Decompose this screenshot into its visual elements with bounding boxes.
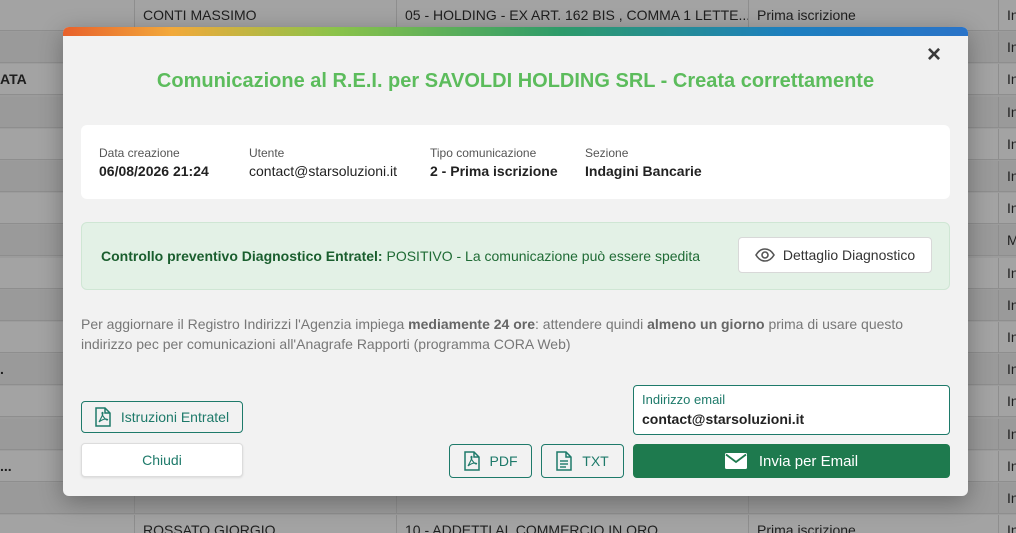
info-card: Data creazione 06/08/2026 21:24 Utente c… xyxy=(81,125,950,199)
istruzioni-entratel-button[interactable]: Istruzioni Entratel xyxy=(81,401,243,433)
email-field-label: Indirizzo email xyxy=(642,392,726,407)
note-bold-1: mediamente 24 ore xyxy=(408,316,536,332)
eye-icon xyxy=(754,248,775,262)
tipo-value: 2 - Prima iscrizione xyxy=(430,163,558,179)
table-cell: In xyxy=(998,64,1016,96)
pdf-button[interactable]: PDF xyxy=(449,444,532,478)
data-creazione-label: Data creazione xyxy=(99,146,180,160)
table-cell xyxy=(0,515,134,533)
txt-label: TXT xyxy=(582,453,609,469)
table-cell: In xyxy=(998,257,1016,289)
note-bold-2: almeno un giorno xyxy=(647,316,765,332)
table-cell: 10 - ADDETTI AL COMMERCIO IN ORO xyxy=(396,515,748,533)
utente-value: contact@starsoluzioni.it xyxy=(249,163,398,179)
table-cell: Prima iscrizione xyxy=(748,515,998,533)
istruzioni-entratel-label: Istruzioni Entratel xyxy=(120,409,230,425)
table-cell: In xyxy=(998,483,1016,514)
envelope-icon xyxy=(724,453,747,469)
table-cell: M xyxy=(998,225,1016,257)
sezione-label: Sezione xyxy=(585,146,629,160)
send-email-button[interactable]: Invia per Email xyxy=(633,444,950,478)
info-tipo: Tipo comunicazione 2 - Prima iscrizione xyxy=(430,146,558,179)
table-cell: In xyxy=(998,32,1016,64)
table-cell: In xyxy=(998,128,1016,160)
send-email-label: Invia per Email xyxy=(758,452,859,470)
pdf-file-icon xyxy=(95,407,111,427)
table-cell: In xyxy=(998,96,1016,128)
chiudi-button[interactable]: Chiudi xyxy=(81,443,243,477)
email-input[interactable] xyxy=(642,411,942,427)
rei-communication-modal: × Comunicazione al R.E.I. per SAVOLDI HO… xyxy=(63,27,968,496)
table-cell: In xyxy=(998,289,1016,321)
pdf-file-icon xyxy=(463,451,480,471)
note-text-1: Per aggiornare il Registro Indirizzi l'A… xyxy=(81,316,409,332)
modal-title: Comunicazione al R.E.I. per SAVOLDI HOLD… xyxy=(156,70,875,92)
info-utente: Utente contact@starsoluzioni.it xyxy=(249,146,397,179)
info-data-creazione: Data creazione 06/08/2026 21:24 xyxy=(99,146,209,179)
txt-button[interactable]: TXT xyxy=(541,444,624,478)
info-sezione: Sezione Indagini Bancarie xyxy=(585,146,702,179)
note-text-2: : attendere quindi xyxy=(535,316,648,332)
table-cell: In xyxy=(998,354,1016,386)
close-icon[interactable]: × xyxy=(925,43,943,67)
table-cell: In xyxy=(998,450,1016,482)
table-cell: ROSSATO GIORGIO xyxy=(134,515,396,533)
diagnostic-result: POSITIVO - La comunicazione può essere s… xyxy=(382,248,701,264)
txt-file-icon xyxy=(556,451,573,471)
table-cell: In xyxy=(998,386,1016,418)
diagnostic-box: Controllo preventivo Diagnostico Entrate… xyxy=(81,222,950,290)
utente-label: Utente xyxy=(249,146,285,160)
diagnostic-detail-button[interactable]: Dettaglio Diagnostico xyxy=(738,237,932,273)
diagnostic-text: Controllo preventivo Diagnostico Entrate… xyxy=(101,248,700,264)
sezione-value: Indagini Bancarie xyxy=(585,163,702,179)
table-cell: In xyxy=(998,322,1016,353)
modal-gradient-bar xyxy=(63,27,968,36)
email-field[interactable]: Indirizzo email xyxy=(633,385,950,435)
data-creazione-value: 06/08/2026 21:24 xyxy=(99,163,209,179)
table-cell: In xyxy=(998,0,1016,31)
table-cell: In xyxy=(998,161,1016,192)
pec-update-note: Per aggiornare il Registro Indirizzi l'A… xyxy=(81,314,941,354)
table-cell: In xyxy=(998,418,1016,450)
tipo-label: Tipo comunicazione xyxy=(430,146,537,160)
diagnostic-label: Controllo preventivo Diagnostico Entrate… xyxy=(101,248,383,264)
table-cell: In xyxy=(998,515,1016,533)
diagnostic-detail-label: Dettaglio Diagnostico xyxy=(782,247,916,263)
table-row[interactable]: ROSSATO GIORGIO 10 - ADDETTI AL COMMERCIO… xyxy=(0,515,1016,533)
pdf-label: PDF xyxy=(489,453,518,469)
table-cell: In xyxy=(998,193,1016,225)
